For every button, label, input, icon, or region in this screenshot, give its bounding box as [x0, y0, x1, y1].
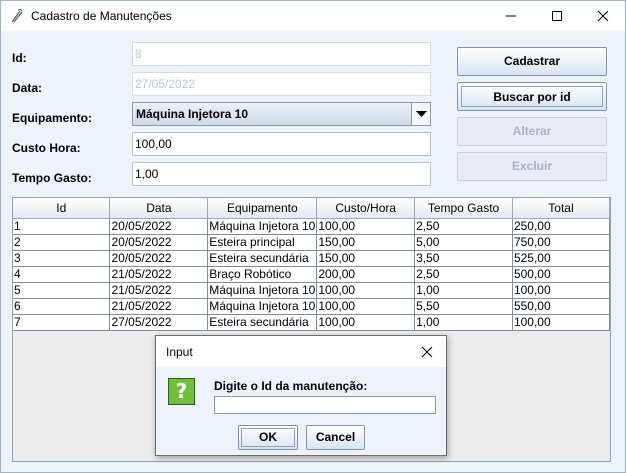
- id-label: Id:: [12, 51, 27, 65]
- table-cell: 100,00: [316, 282, 416, 299]
- table-cell: 1,00: [414, 282, 513, 299]
- close-icon: [421, 346, 433, 358]
- column-header-equipamento[interactable]: Equipamento: [207, 198, 318, 219]
- table-row[interactable]: 3 20/05/2022 Esteira secundária 150,00 3…: [13, 250, 610, 267]
- table-cell: 5,00: [414, 234, 513, 251]
- cadastrar-button[interactable]: Cadastrar: [457, 47, 607, 76]
- table-cell: 100,00: [316, 298, 416, 315]
- table-cell: 20/05/2022: [109, 250, 209, 267]
- dialog-title: Input: [166, 345, 193, 359]
- dialog-close-button[interactable]: [408, 336, 446, 367]
- table-cell: 3,50: [414, 250, 513, 267]
- table-cell: 2: [13, 234, 111, 251]
- table-cell: 100,00: [512, 282, 610, 299]
- chevron-down-icon: [416, 111, 427, 117]
- minimize-icon: [506, 15, 516, 17]
- table-row[interactable]: 4 21/05/2022 Braço Robótico 200,00 2,50 …: [13, 266, 610, 283]
- column-header-id[interactable]: Id: [13, 198, 111, 219]
- table-row[interactable]: 7 27/05/2022 Esteira secundária 100,00 1…: [13, 314, 610, 331]
- maximize-icon: [552, 11, 562, 21]
- table-cell: 2,50: [414, 218, 513, 235]
- table-cell: Máquina Injetora 10: [207, 282, 318, 299]
- table-cell: 150,00: [316, 234, 416, 251]
- tempo-gasto-field[interactable]: [132, 162, 431, 186]
- table-cell: 750,00: [512, 234, 610, 251]
- window-title: Cadastro de Manutenções: [31, 9, 172, 23]
- table-cell: 250,00: [512, 218, 610, 235]
- id-input-field[interactable]: [214, 396, 436, 414]
- cancel-button[interactable]: Cancel: [306, 425, 365, 450]
- close-button[interactable]: [580, 1, 626, 31]
- table-cell: 1: [13, 218, 111, 235]
- close-icon: [597, 10, 609, 22]
- equipamento-combobox[interactable]: Máquina Injetora 10: [132, 102, 431, 126]
- buscar-por-id-label: Buscar por id: [461, 86, 603, 107]
- table-cell: 21/05/2022: [109, 282, 209, 299]
- table-cell: Esteira principal: [207, 234, 318, 251]
- ok-button-label: OK: [241, 428, 295, 447]
- table-cell: 2,50: [414, 266, 513, 283]
- table-cell: 200,00: [316, 266, 416, 283]
- dialog-title-bar[interactable]: Input: [156, 336, 446, 367]
- custo-hora-label: Custo Hora:: [12, 141, 81, 155]
- table-cell: 100,00: [512, 314, 610, 331]
- title-bar[interactable]: Cadastro de Manutenções: [1, 1, 625, 31]
- id-field: [132, 42, 431, 66]
- table-cell: Máquina Injetora 10: [207, 298, 318, 315]
- table-cell: 1,00: [414, 314, 513, 331]
- table-cell: 4: [13, 266, 111, 283]
- dialog-message: Digite o Id da manutenção:: [214, 379, 368, 393]
- table-cell: 20/05/2022: [109, 218, 209, 235]
- table-cell: 3: [13, 250, 111, 267]
- alterar-button[interactable]: Alterar: [457, 117, 607, 146]
- table-row[interactable]: 1 20/05/2022 Máquina Injetora 10 100,00 …: [13, 218, 610, 235]
- data-field: [132, 72, 431, 96]
- table-cell: 5,50: [414, 298, 513, 315]
- table-cell: 550,00: [512, 298, 610, 315]
- tempo-gasto-label: Tempo Gasto:: [12, 171, 92, 185]
- equipamento-selected-value: Máquina Injetora 10: [136, 107, 249, 121]
- table-cell: 5: [13, 282, 111, 299]
- table-header-row: Id Data Equipamento Custo/Hora Tempo Gas…: [13, 198, 610, 219]
- table-cell: 525,00: [512, 250, 610, 267]
- input-dialog: Input ? Digite o Id da manutenção: OK Ca…: [155, 335, 447, 456]
- table-row[interactable]: 5 21/05/2022 Máquina Injetora 10 100,00 …: [13, 282, 610, 299]
- table-cell: 6: [13, 298, 111, 315]
- equipamento-label: Equipamento:: [12, 111, 92, 125]
- table-cell: 150,00: [316, 250, 416, 267]
- column-header-custo-hora[interactable]: Custo/Hora: [316, 198, 416, 219]
- table-cell: Esteira secundária: [207, 314, 318, 331]
- maximize-button[interactable]: [534, 1, 580, 31]
- table-cell: 100,00: [316, 218, 416, 235]
- table-row[interactable]: 2 20/05/2022 Esteira principal 150,00 5,…: [13, 234, 610, 251]
- question-icon: ?: [168, 378, 195, 405]
- table-cell: Esteira secundária: [207, 250, 318, 267]
- buscar-por-id-button[interactable]: Buscar por id: [457, 82, 607, 111]
- custo-hora-field[interactable]: [132, 132, 431, 156]
- table-cell: 7: [13, 314, 111, 331]
- table-cell: 20/05/2022: [109, 234, 209, 251]
- java-app-icon: [11, 9, 23, 23]
- application-window: Cadastro de Manutenções Id: Data: Equipa…: [0, 0, 626, 473]
- column-header-data[interactable]: Data: [109, 198, 209, 219]
- table-cell: 21/05/2022: [109, 298, 209, 315]
- table-row[interactable]: 6 21/05/2022 Máquina Injetora 10 100,00 …: [13, 298, 610, 315]
- table-cell: Braço Robótico: [207, 266, 318, 283]
- table-cell: 21/05/2022: [109, 266, 209, 283]
- data-label: Data:: [12, 81, 43, 95]
- column-header-total[interactable]: Total: [512, 198, 610, 219]
- table-cell: Máquina Injetora 10: [207, 218, 318, 235]
- table-cell: 27/05/2022: [109, 314, 209, 331]
- ok-button[interactable]: OK: [238, 425, 298, 450]
- dropdown-arrow-button[interactable]: [411, 103, 430, 125]
- table-cell: 500,00: [512, 266, 610, 283]
- table-cell: 100,00: [316, 314, 416, 331]
- column-header-tempo-gasto[interactable]: Tempo Gasto: [414, 198, 513, 219]
- excluir-button[interactable]: Excluir: [457, 152, 607, 181]
- minimize-button[interactable]: [488, 1, 534, 31]
- table-grid: Id Data Equipamento Custo/Hora Tempo Gas…: [13, 198, 610, 331]
